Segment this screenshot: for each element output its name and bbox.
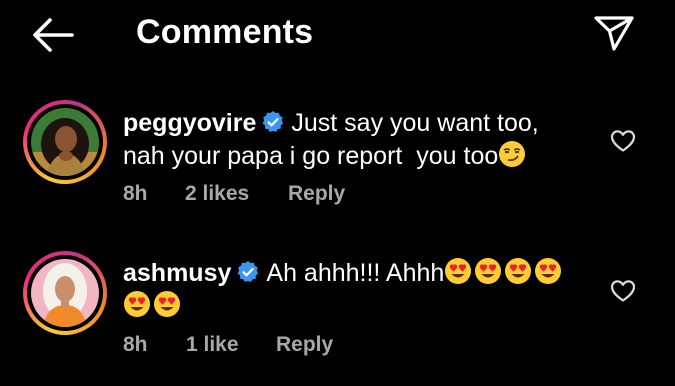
reply-button[interactable]: Reply	[288, 182, 345, 206]
comment-body: Ah ahhh!!! Ahhh	[266, 259, 445, 287]
heart-eyes-emoji-icon	[123, 290, 151, 318]
comment-body: Just say you want too,	[291, 109, 539, 137]
heart-eyes-emoji-icon	[474, 257, 502, 285]
paper-plane-icon	[594, 16, 634, 51]
verified-badge-icon	[236, 260, 260, 284]
verified-badge-icon	[261, 110, 285, 134]
avatar[interactable]	[23, 251, 107, 335]
page-title: Comments	[136, 13, 314, 51]
comment-body: nah your papa i go report you too	[123, 142, 499, 170]
share-button[interactable]	[590, 10, 640, 54]
header-bar: Comments	[0, 0, 675, 72]
comment-time: 8h	[123, 182, 148, 205]
heart-eyes-emoji-icon	[444, 257, 472, 285]
avatar[interactable]	[23, 100, 107, 184]
likes-count[interactable]: 1 like	[186, 333, 239, 357]
comment-text: peggyovire Just say you want too, nah you…	[123, 107, 573, 173]
comment-text: ashmusy Ah ahhh!!! Ahhh	[123, 257, 573, 323]
username[interactable]: peggyovire	[123, 109, 256, 137]
heart-eyes-emoji-icon	[153, 290, 181, 318]
avatar-photo	[31, 108, 99, 176]
avatar-photo	[31, 259, 99, 327]
heart-outline-icon[interactable]	[610, 279, 636, 303]
heart-outline-icon[interactable]	[610, 129, 636, 153]
back-button[interactable]	[28, 12, 78, 56]
heart-eyes-emoji-icon	[504, 257, 532, 285]
heart-eyes-emoji-icon	[534, 257, 562, 285]
likes-count[interactable]: 2 likes	[185, 182, 249, 206]
reply-button[interactable]: Reply	[276, 333, 333, 357]
arrow-left-icon	[33, 18, 74, 52]
comment-time: 8h	[123, 333, 148, 356]
smirk-emoji-icon	[498, 140, 526, 168]
username[interactable]: ashmusy	[123, 259, 231, 287]
